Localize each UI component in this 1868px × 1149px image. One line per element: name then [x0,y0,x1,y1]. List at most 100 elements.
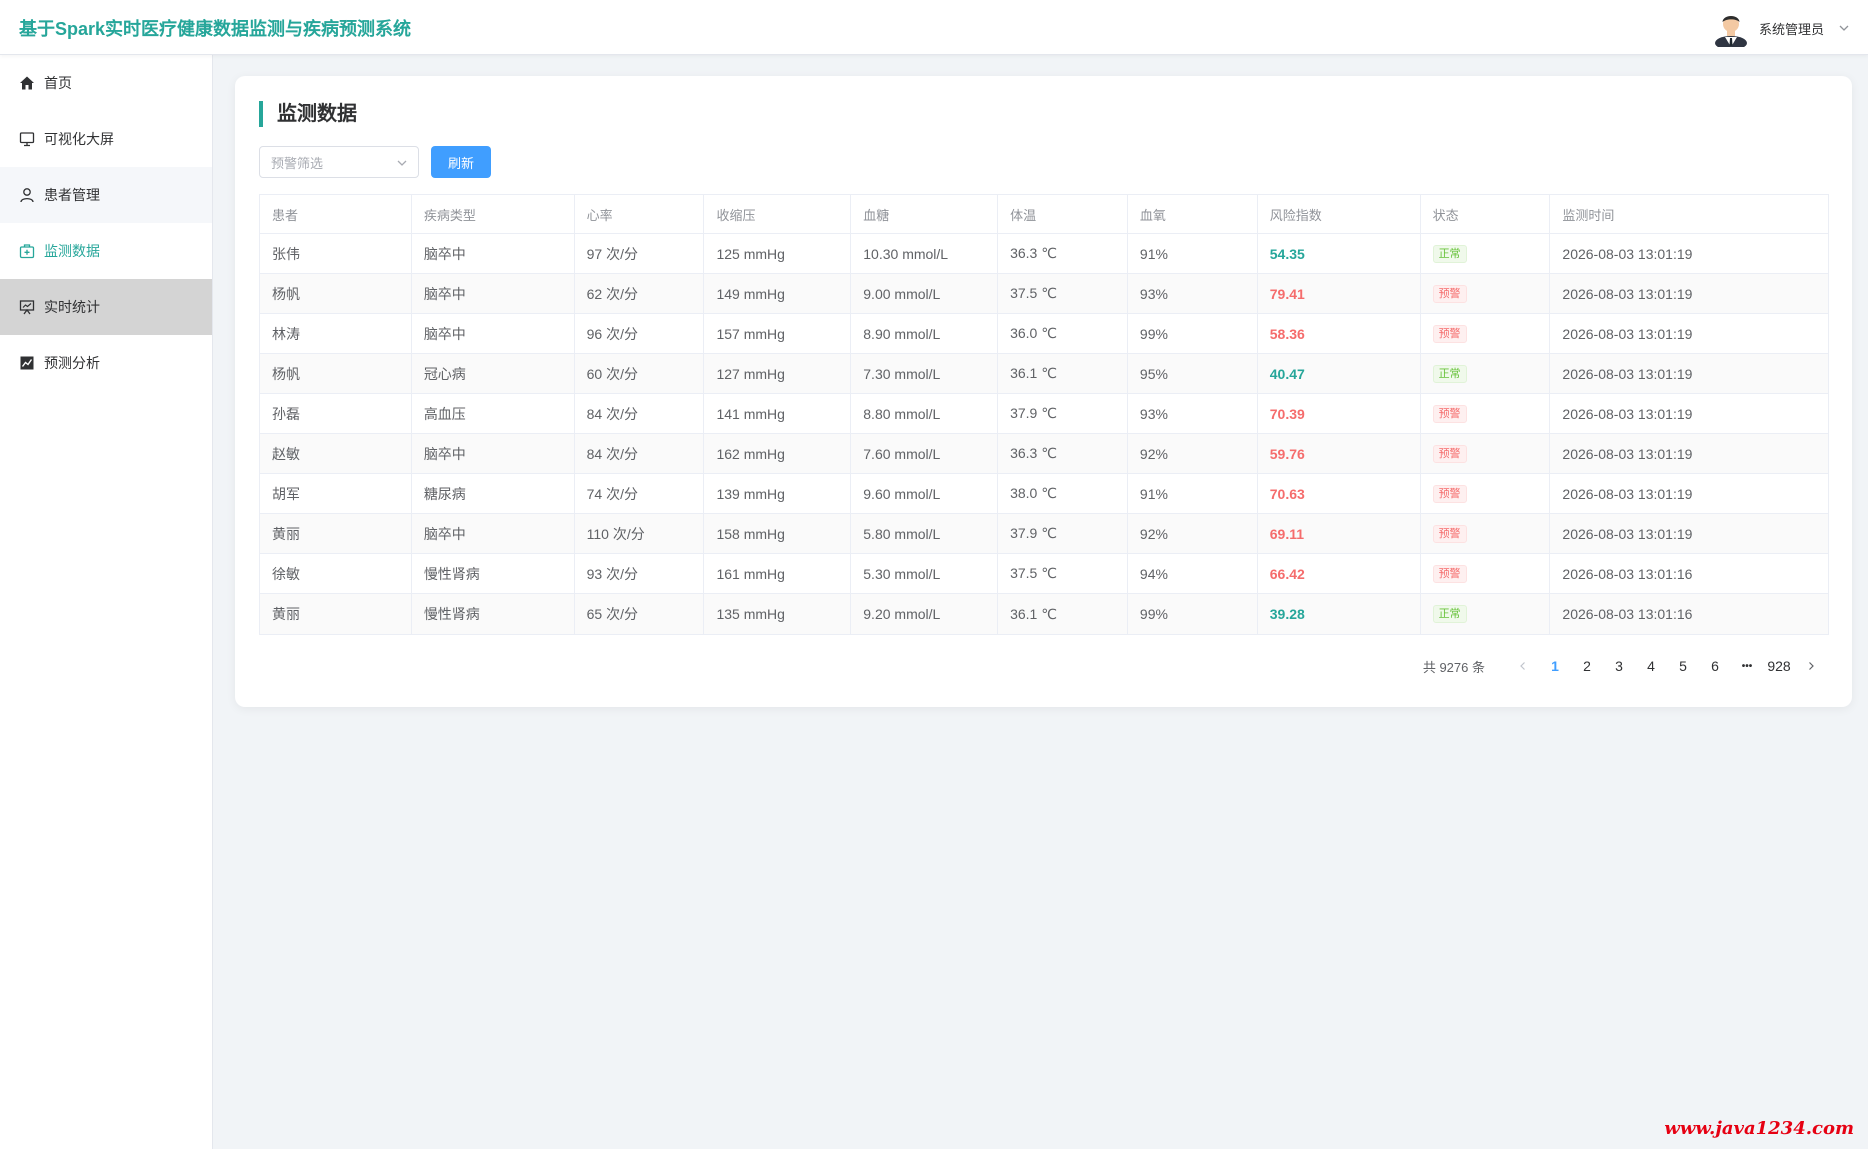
systolic-cell: 149 mmHg [704,274,852,313]
monitor-time-cell: 2026-08-03 13:01:19 [1562,445,1693,462]
user-menu[interactable]: 系统管理员 [1713,8,1850,48]
temperature-cell: 36.0 ℃ [998,314,1128,353]
patient-cell: 胡军 [260,474,412,513]
risk-index-cell: 70.39 [1258,394,1421,433]
table-row[interactable]: 黄丽 脑卒中 110 次/分 158 mmHg 5.80 mmol/L 37.9 ℃ 92%… [260,514,1828,554]
sidebar-item-realtime-stats[interactable]: 实时统计 [0,279,212,335]
column-header[interactable]: 血糖 [851,195,999,233]
refresh-button[interactable]: 刷新 [431,146,491,178]
table-row[interactable]: 林涛 脑卒中 96 次/分 157 mmHg 8.90 mmol/L 36.0 ℃ 99% 5… [260,314,1828,354]
risk-index-cell: 39.28 [1258,594,1421,634]
sidebar-item-label: 实时统计 [44,299,100,315]
sidebar-item-home[interactable]: 首页 [0,55,212,111]
spo2-cell: 92% [1128,434,1258,473]
table-row[interactable]: 杨帆 冠心病 60 次/分 127 mmHg 7.30 mmol/L 36.1 ℃ 95% 4… [260,354,1828,394]
disease-cell: 慢性肾病 [412,594,575,634]
page-button-5[interactable]: 5 [1667,654,1699,678]
heart-rate-cell: 65 次/分 [575,594,705,634]
status-badge: 预警 [1432,404,1467,423]
monitor-time-cell: 2026-08-03 13:01:19 [1562,325,1693,342]
page-button-6[interactable]: 6 [1699,654,1731,678]
spo2-cell: 99% [1128,594,1258,634]
heart-rate-cell: 60 次/分 [575,354,705,393]
status-cell: 预警 [1421,514,1551,553]
prev-page-button[interactable] [1507,654,1539,678]
column-header[interactable]: 疾病类型 [412,195,575,233]
next-page-button[interactable] [1795,654,1827,678]
user-avatar[interactable] [1713,9,1749,47]
table-row[interactable]: 赵敏 脑卒中 84 次/分 162 mmHg 7.60 mmol/L 36.3 ℃ 92% 5… [260,434,1828,474]
status-cell: 正常 [1421,354,1551,393]
table-row[interactable]: 杨帆 脑卒中 62 次/分 149 mmHg 9.00 mmol/L 37.5 ℃ 93% 7… [260,274,1828,314]
status-cell: 预警 [1421,274,1551,313]
patient-cell: 赵敏 [260,434,412,473]
glucose-cell: 7.60 mmol/L [851,434,999,473]
risk-index-value: 66.42 [1269,565,1305,582]
status-badge: 预警 [1432,564,1467,583]
column-header[interactable]: 患者 [260,195,412,233]
spo2-cell: 99% [1128,314,1258,353]
heart-rate-cell: 62 次/分 [575,274,705,313]
alert-filter-select[interactable]: 预警筛选 [259,146,419,178]
pagination: 共 9276 条 1 2 3 4 5 6 ••• 928 [1423,654,1827,678]
status-badge: 正常 [1432,605,1467,623]
risk-index-value: 59.76 [1269,445,1305,462]
systolic-cell: 157 mmHg [704,314,852,353]
page-button-last[interactable]: 928 [1763,654,1795,678]
patient-cell: 黄丽 [260,594,412,634]
column-header[interactable]: 收缩压 [704,195,852,233]
disease-cell: 冠心病 [412,354,575,393]
chevron-down-icon [397,160,407,166]
monitor-time-cell: 2026-08-03 13:01:19 [1562,525,1693,542]
sidebar-item-dashboard[interactable]: 可视化大屏 [0,111,212,167]
risk-index-value: 70.63 [1269,485,1305,502]
sidebar-item-prediction[interactable]: 预测分析 [0,335,212,391]
column-header[interactable]: 心率 [575,195,705,233]
status-badge: 预警 [1432,484,1467,503]
table-row[interactable]: 张伟 脑卒中 97 次/分 125 mmHg 10.30 mmol/L 36.3 ℃ 91%… [260,234,1828,274]
sidebar-item-monitoring[interactable]: 监测数据 [0,223,212,279]
column-header[interactable]: 状态 [1421,195,1551,233]
column-header[interactable]: 体温 [998,195,1128,233]
status-badge: 预警 [1432,324,1467,343]
monitor-time-cell: 2026-08-03 13:01:19 [1562,285,1693,302]
table-row[interactable]: 胡军 糖尿病 74 次/分 139 mmHg 9.60 mmol/L 38.0 ℃ 91% 7… [260,474,1828,514]
sidebar-item-patients[interactable]: 患者管理 [0,167,212,223]
sidebar-item-label: 患者管理 [44,187,100,203]
page-button-4[interactable]: 4 [1635,654,1667,678]
systolic-cell: 125 mmHg [704,234,852,273]
status-badge: 预警 [1432,444,1467,463]
spo2-cell: 92% [1128,514,1258,553]
temperature-cell: 37.5 ℃ [998,554,1128,593]
patient-cell: 张伟 [260,234,412,273]
table-row[interactable]: 孙磊 高血压 84 次/分 141 mmHg 8.80 mmol/L 37.9 ℃ 93% 7… [260,394,1828,434]
disease-cell: 脑卒中 [412,234,575,273]
temperature-cell: 37.9 ℃ [998,514,1128,553]
glucose-cell: 9.60 mmol/L [851,474,999,513]
trend-chart-icon [20,356,34,370]
glucose-cell: 7.30 mmol/L [851,354,999,393]
more-pages-button[interactable]: ••• [1731,654,1763,678]
status-cell: 预警 [1421,394,1551,433]
alert-filter-placeholder: 预警筛选 [271,155,324,171]
medical-box-icon [19,244,35,259]
disease-cell: 脑卒中 [412,274,575,313]
table-body: 张伟 脑卒中 97 次/分 125 mmHg 10.30 mmol/L 36.3 ℃ 91%… [260,234,1828,634]
temperature-cell: 36.1 ℃ [998,354,1128,393]
page-button-3[interactable]: 3 [1603,654,1635,678]
monitor-time-cell: 2026-08-03 13:01:19 [1562,365,1693,382]
column-header[interactable]: 风险指数 [1258,195,1421,233]
glucose-cell: 10.30 mmol/L [851,234,999,273]
total-count: 共 9276 条 [1422,659,1485,675]
page-button-1[interactable]: 1 [1539,654,1571,678]
risk-index-cell: 54.35 [1258,234,1421,273]
risk-index-value: 70.39 [1269,405,1305,422]
table-row[interactable]: 徐敏 慢性肾病 93 次/分 161 mmHg 5.30 mmol/L 37.5 ℃ 94%… [260,554,1828,594]
table-row[interactable]: 黄丽 慢性肾病 65 次/分 135 mmHg 9.20 mmol/L 36.1 ℃ 99%… [260,594,1828,634]
column-header[interactable]: 监测时间 [1550,195,1828,233]
column-header[interactable]: 血氧 [1128,195,1258,233]
risk-index-cell: 69.11 [1258,514,1421,553]
sidebar-item-label: 首页 [44,75,72,91]
risk-index-value: 40.47 [1269,365,1305,382]
page-button-2[interactable]: 2 [1571,654,1603,678]
